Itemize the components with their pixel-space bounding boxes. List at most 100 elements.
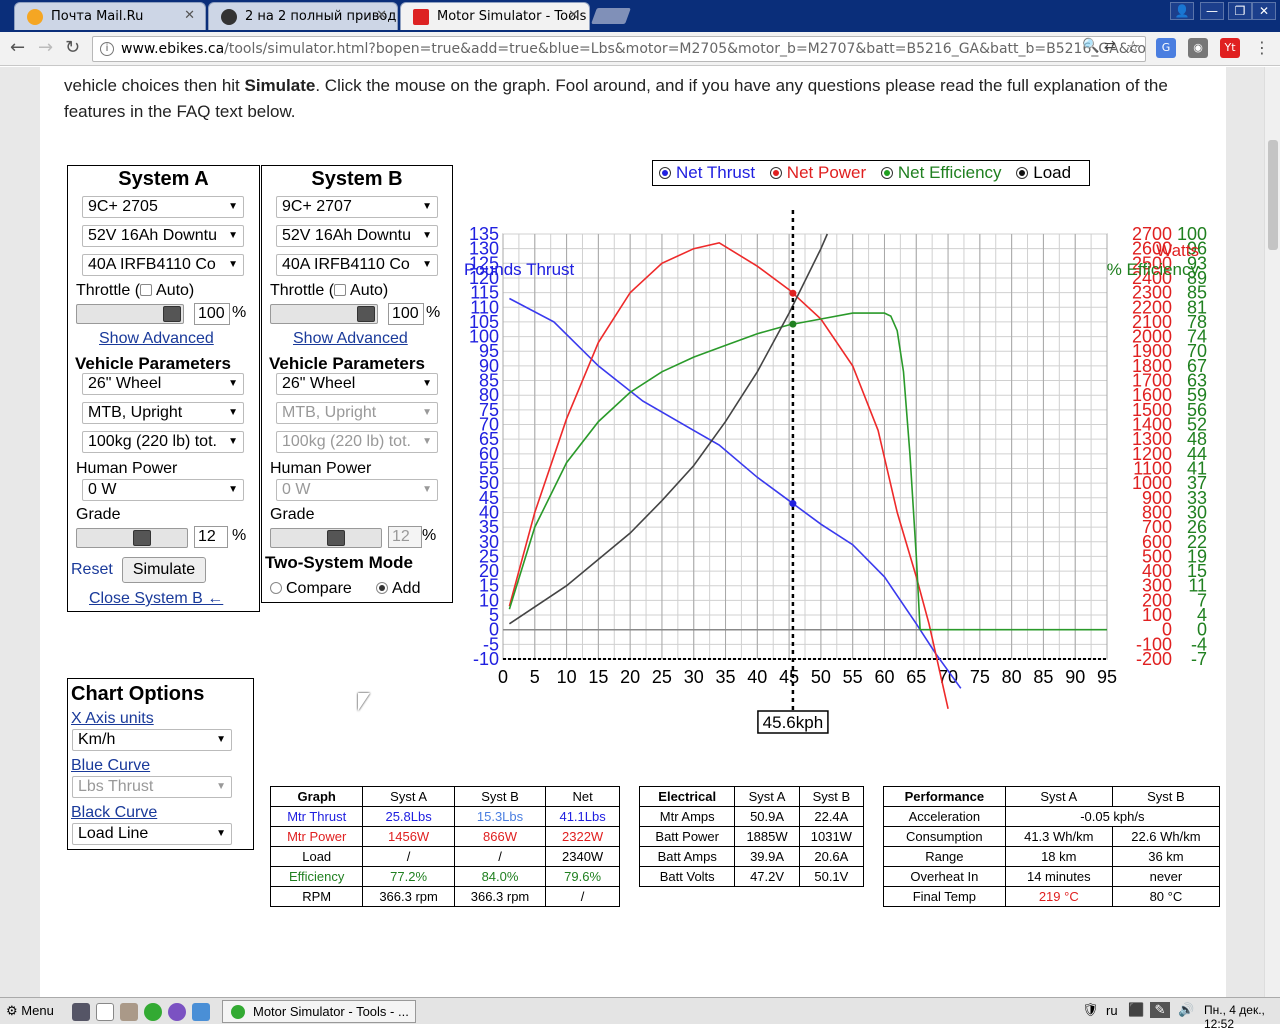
- controller-select-b[interactable]: 40A IRFB4110 Co: [276, 254, 438, 276]
- simulate-button[interactable]: Simulate: [122, 557, 206, 583]
- profile-icon[interactable]: 👤: [1170, 2, 1194, 20]
- new-tab-button[interactable]: [591, 8, 631, 24]
- cell: 47.2V: [734, 866, 800, 887]
- os-taskbar: ⚙ Menu Motor Simulator - Tools - ... 🛡 r…: [0, 997, 1280, 1031]
- x-tick-label: 85: [1033, 667, 1053, 687]
- throttle-input-a[interactable]: 100: [194, 303, 230, 325]
- wheel-select-b[interactable]: 26" Wheel: [276, 373, 438, 395]
- cell: 18 km: [1004, 846, 1113, 867]
- forward-icon[interactable]: →: [38, 37, 53, 58]
- human-power-select-a[interactable]: 0 W: [82, 479, 244, 501]
- app-icon[interactable]: [192, 1003, 210, 1021]
- show-desktop-icon[interactable]: [72, 1003, 90, 1021]
- file-icon[interactable]: [96, 1003, 114, 1021]
- cell: 219 °C: [1004, 886, 1113, 907]
- x-axis-select[interactable]: Km/h: [72, 729, 232, 751]
- net-header: Net: [545, 786, 620, 807]
- throttle-slider-b[interactable]: [270, 304, 378, 324]
- zoom-icon[interactable]: 🔍: [1082, 38, 1099, 54]
- page-scrollbar[interactable]: [1264, 67, 1280, 997]
- back-icon[interactable]: ←: [10, 37, 25, 58]
- graph-header: Graph: [269, 786, 364, 807]
- reload-icon[interactable]: ↻: [65, 37, 80, 58]
- throttle-input-b[interactable]: 100: [388, 303, 424, 325]
- maximize-icon[interactable]: ❐: [1228, 2, 1252, 20]
- show-advanced-link-b[interactable]: Show Advanced: [293, 330, 408, 348]
- motor-select-b[interactable]: 9C+ 2707: [276, 196, 438, 218]
- add-radio[interactable]: [376, 582, 388, 594]
- system-icon[interactable]: [120, 1003, 138, 1021]
- motor-select-a[interactable]: 9C+ 2705: [82, 196, 244, 218]
- pen-icon[interactable]: ✎: [1150, 1002, 1170, 1018]
- google-translate-icon[interactable]: G: [1156, 38, 1176, 58]
- extension-icon[interactable]: ◉: [1188, 38, 1208, 58]
- table-row: Mtr Thrust 25.8Lbs 15.3Lbs 41.1Lbs: [269, 806, 620, 827]
- grade-slider-a[interactable]: [76, 528, 188, 548]
- compare-text: Compare: [286, 580, 352, 597]
- throttle-slider-a[interactable]: [76, 304, 184, 324]
- wheel-select-a[interactable]: 26" Wheel: [82, 373, 244, 395]
- system-a-title: System A: [118, 168, 209, 190]
- battery-select-a[interactable]: 52V 16Ah Downtu: [82, 225, 244, 247]
- cursor-marker: [789, 289, 797, 297]
- tab-motor-simulator[interactable]: Motor Simulator - Tools ✕: [400, 2, 590, 30]
- close-system-b-link[interactable]: Close System B ←: [89, 590, 223, 608]
- tab-mail[interactable]: Почта Mail.Ru ✕: [14, 2, 206, 30]
- shield-icon[interactable]: 🛡: [1082, 1002, 1099, 1018]
- bookmark-star-icon[interactable]: ☆: [1126, 37, 1140, 56]
- table-row: Mtr Power 1456W 866W 2322W: [269, 826, 620, 847]
- close-icon[interactable]: ✕: [376, 8, 387, 23]
- cell: /: [362, 846, 455, 867]
- compare-radio-label[interactable]: Compare: [270, 580, 352, 598]
- intro-paragraph: vehicle choices then hit Simulate. Click…: [64, 73, 1214, 125]
- x-axis-units-link[interactable]: X Axis units: [71, 710, 154, 728]
- network-icon[interactable]: ⬛: [1128, 1002, 1144, 1018]
- black-curve-link[interactable]: Black Curve: [71, 804, 157, 822]
- table-row: Range 18 km 36 km: [883, 846, 1221, 867]
- battery-select-b[interactable]: 52V 16Ah Downtu: [276, 225, 438, 247]
- slider-handle[interactable]: [357, 306, 375, 322]
- info-icon[interactable]: i: [100, 42, 114, 56]
- slider-handle[interactable]: [163, 306, 181, 322]
- throttle-text: Throttle (: [76, 282, 141, 299]
- start-menu-button[interactable]: ⚙ Menu: [6, 1003, 54, 1019]
- auto-throttle-checkbox-a[interactable]: [140, 284, 153, 296]
- controller-select-a[interactable]: 40A IRFB4110 Co: [82, 254, 244, 276]
- intro-bold: Simulate: [244, 76, 316, 95]
- menu-icon[interactable]: ⋮: [1252, 38, 1272, 58]
- style-select-b: MTB, Upright: [276, 402, 438, 424]
- weight-select-a[interactable]: 100kg (220 lb) tot.: [82, 431, 244, 453]
- auto-throttle-checkbox-b[interactable]: [334, 284, 347, 296]
- grade-input-a[interactable]: 12: [194, 526, 228, 548]
- volume-icon[interactable]: 🔊: [1178, 1002, 1194, 1018]
- chrome-icon[interactable]: [144, 1003, 162, 1021]
- compare-radio[interactable]: [270, 582, 282, 594]
- close-icon[interactable]: ✕: [184, 8, 195, 23]
- show-advanced-link-a[interactable]: Show Advanced: [99, 330, 214, 348]
- slider-handle[interactable]: [132, 530, 151, 546]
- add-radio-label[interactable]: Add: [376, 580, 420, 598]
- tab-title: 2 на 2 полный привод: [245, 9, 397, 24]
- close-window-icon[interactable]: ✕: [1252, 2, 1276, 20]
- reset-link[interactable]: Reset: [71, 561, 113, 579]
- youtube-extension-icon[interactable]: Yt: [1220, 38, 1240, 58]
- x-tick-label: 75: [970, 667, 990, 687]
- human-power-label-b: Human Power: [270, 460, 372, 477]
- motor-performance-chart[interactable]: 0 5 10 15 20 25 30 35 40 45 50 55 60 65 70 75 80 85 90 9513…: [455, 162, 1235, 752]
- translate-icon[interactable]: ⇄: [1104, 38, 1116, 54]
- tab-4x4[interactable]: 2 на 2 полный привод ✕: [208, 2, 398, 30]
- system-a-panel: System A 9C+ 2705 52V 16Ah Downtu 40A IR…: [67, 165, 260, 612]
- taskbar-window-button[interactable]: Motor Simulator - Tools - ...: [222, 1000, 416, 1023]
- tab-title: Почта Mail.Ru: [51, 9, 144, 24]
- cell: 366.3 rpm: [362, 886, 455, 907]
- viber-icon[interactable]: [168, 1003, 186, 1021]
- minimize-icon[interactable]: —: [1200, 2, 1224, 20]
- style-select-a[interactable]: MTB, Upright: [82, 402, 244, 424]
- address-bar[interactable]: i www.ebikes.ca/tools/simulator.html?bop…: [92, 36, 1146, 62]
- close-icon[interactable]: ✕: [568, 8, 579, 23]
- language-indicator[interactable]: ru: [1106, 1003, 1118, 1018]
- scrollbar-thumb[interactable]: [1268, 140, 1278, 250]
- black-curve-select[interactable]: Load Line: [72, 823, 232, 845]
- blue-curve-link[interactable]: Blue Curve: [71, 757, 150, 775]
- cell: 2340W: [545, 846, 620, 867]
